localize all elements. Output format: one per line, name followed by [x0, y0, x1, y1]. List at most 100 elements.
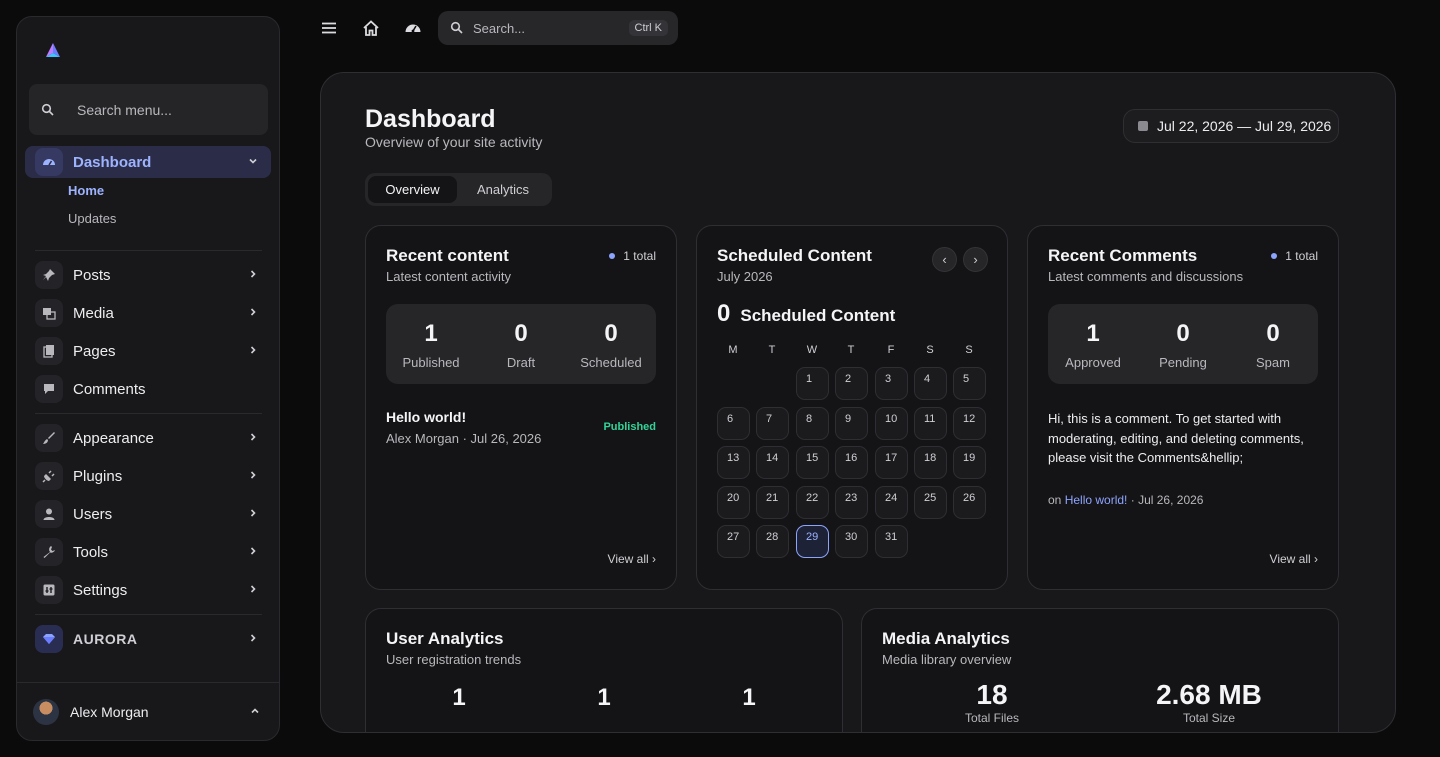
sidebar-item-users[interactable]: Users — [25, 498, 271, 530]
top-search[interactable]: Search... Ctrl K — [438, 11, 678, 45]
calendar-day[interactable]: 1 — [796, 367, 829, 400]
date-range-label: Jul 22, 2026 — Jul 29, 2026 — [1157, 118, 1332, 134]
status-badge: Published — [603, 421, 656, 433]
card-title: User Analytics — [386, 629, 504, 648]
page-subtitle: Overview of your site activity — [365, 134, 543, 150]
sidebar-item-aurora[interactable]: AURORA — [25, 623, 271, 655]
sidebar-item-label: Media — [73, 304, 114, 322]
calendar-day[interactable]: 13 — [717, 446, 750, 480]
sidebar-sub-home[interactable]: Home — [68, 183, 104, 198]
weekday-label: T — [768, 344, 776, 356]
calendar-day[interactable]: 2 — [835, 367, 868, 400]
dashboard-icon[interactable] — [404, 19, 422, 37]
date-range-picker[interactable]: Jul 22, 2026 — Jul 29, 2026 — [1123, 109, 1339, 143]
tab-bar: Overview Analytics — [365, 173, 552, 206]
sidebar-divider — [35, 250, 262, 251]
sidebar-item-comments[interactable]: Comments — [25, 373, 271, 405]
analytics-value: 1 — [742, 684, 756, 711]
comment-post-link[interactable]: Hello world! — [1065, 493, 1128, 507]
sidebar-search[interactable]: Search menu... — [29, 84, 268, 135]
wrench-icon — [43, 546, 55, 558]
comment-icon — [44, 384, 54, 394]
calendar-day[interactable]: 4 — [914, 367, 947, 400]
stat-scheduled-value: 0 — [604, 320, 618, 347]
menu-icon[interactable] — [320, 19, 338, 37]
chevron-right-icon — [250, 634, 256, 642]
chevron-down-icon — [249, 158, 257, 164]
sidebar-item-plugins[interactable]: Plugins — [25, 460, 271, 492]
calendar-day[interactable]: 8 — [796, 406, 829, 440]
calendar-day[interactable]: 24 — [875, 485, 908, 519]
calendar-day[interactable]: 23 — [835, 485, 868, 519]
sidebar-item-settings[interactable]: Settings — [25, 574, 271, 606]
logo-icon[interactable] — [43, 41, 63, 61]
calendar-day[interactable]: 28 — [756, 525, 789, 559]
pin-icon — [43, 269, 55, 281]
sidebar-item-media[interactable]: Media — [25, 297, 271, 329]
calendar-day[interactable]: 29 — [796, 525, 829, 559]
search-icon — [41, 103, 54, 116]
calendar-day[interactable]: 9 — [835, 406, 868, 440]
calendar-day[interactable]: 11 — [914, 406, 947, 440]
calendar-day[interactable]: 15 — [796, 446, 829, 480]
sidebar: Search menu... Dashboard Home Updates Po… — [16, 16, 280, 741]
calendar-day[interactable]: 12 — [953, 406, 986, 440]
sidebar-item-tools[interactable]: Tools — [25, 536, 271, 568]
card-subtitle: Latest content activity — [386, 269, 512, 284]
home-icon[interactable] — [362, 19, 380, 37]
card-title: Scheduled Content — [717, 246, 872, 265]
total-badge: 1 total — [1271, 249, 1318, 263]
sidebar-item-appearance[interactable]: Appearance — [25, 422, 271, 454]
post-title-link[interactable]: Hello world! — [386, 409, 466, 425]
media-icon — [43, 308, 56, 320]
sidebar-item-pages[interactable]: Pages — [25, 335, 271, 367]
calendar-day[interactable]: 26 — [953, 485, 986, 519]
calendar-day[interactable]: 22 — [796, 485, 829, 519]
calendar-day[interactable]: 5 — [953, 367, 986, 400]
chevron-right-icon — [250, 471, 256, 479]
calendar-day[interactable]: 21 — [756, 485, 789, 519]
calendar-day[interactable]: 17 — [875, 446, 908, 480]
calendar-day[interactable]: 3 — [875, 367, 908, 400]
calendar-prev-button[interactable]: ‹ — [932, 247, 957, 272]
sidebar-item-label: AURORA — [73, 631, 138, 647]
user-menu[interactable]: Alex Morgan — [17, 682, 279, 740]
analytics-value: 1 — [452, 684, 466, 711]
calendar-day[interactable]: 6 — [717, 406, 750, 440]
sidebar-item-dashboard[interactable]: Dashboard — [25, 146, 271, 178]
calendar-day[interactable]: 20 — [717, 485, 750, 519]
stat-spam-value: 0 — [1266, 320, 1280, 347]
plug-icon — [42, 470, 55, 483]
tab-analytics[interactable]: Analytics — [457, 176, 549, 203]
calendar-day[interactable]: 10 — [875, 406, 908, 440]
stat-scheduled-label: Scheduled — [580, 355, 642, 370]
calendar-day[interactable]: 27 — [717, 525, 750, 559]
calendar-day[interactable]: 31 — [875, 525, 908, 559]
view-all-link[interactable]: View all › — [608, 552, 656, 566]
calendar-next-button[interactable]: › — [963, 247, 988, 272]
calendar-day[interactable]: 7 — [756, 406, 789, 440]
sidebar-item-label: Settings — [73, 581, 128, 599]
user-analytics-card: User Analytics User registration trends … — [365, 608, 843, 732]
stat-published-value: 1 — [424, 320, 438, 347]
user-name: Alex Morgan — [70, 703, 149, 720]
card-title: Recent content — [386, 246, 509, 265]
chevron-right-icon — [250, 308, 256, 316]
calendar-day[interactable]: 18 — [914, 446, 947, 480]
sidebar-divider — [35, 614, 262, 615]
comment-text: Hi, this is a comment. To get started wi… — [1048, 411, 1304, 465]
card-title: Media Analytics — [882, 629, 1010, 648]
sidebar-item-label: Plugins — [73, 467, 123, 485]
sidebar-sub-updates[interactable]: Updates — [68, 211, 116, 226]
sidebar-item-posts[interactable]: Posts — [25, 259, 271, 291]
chevron-right-icon — [250, 346, 256, 354]
calendar-day[interactable]: 25 — [914, 485, 947, 519]
calendar-day[interactable]: 30 — [835, 525, 868, 559]
calendar-day[interactable]: 16 — [835, 446, 868, 480]
view-all-link[interactable]: View all › — [1270, 552, 1318, 566]
sidebar-divider — [35, 413, 262, 414]
tab-overview[interactable]: Overview — [368, 176, 457, 203]
weekday-label: M — [728, 344, 738, 356]
calendar-day[interactable]: 19 — [953, 446, 986, 480]
calendar-day[interactable]: 14 — [756, 446, 789, 480]
